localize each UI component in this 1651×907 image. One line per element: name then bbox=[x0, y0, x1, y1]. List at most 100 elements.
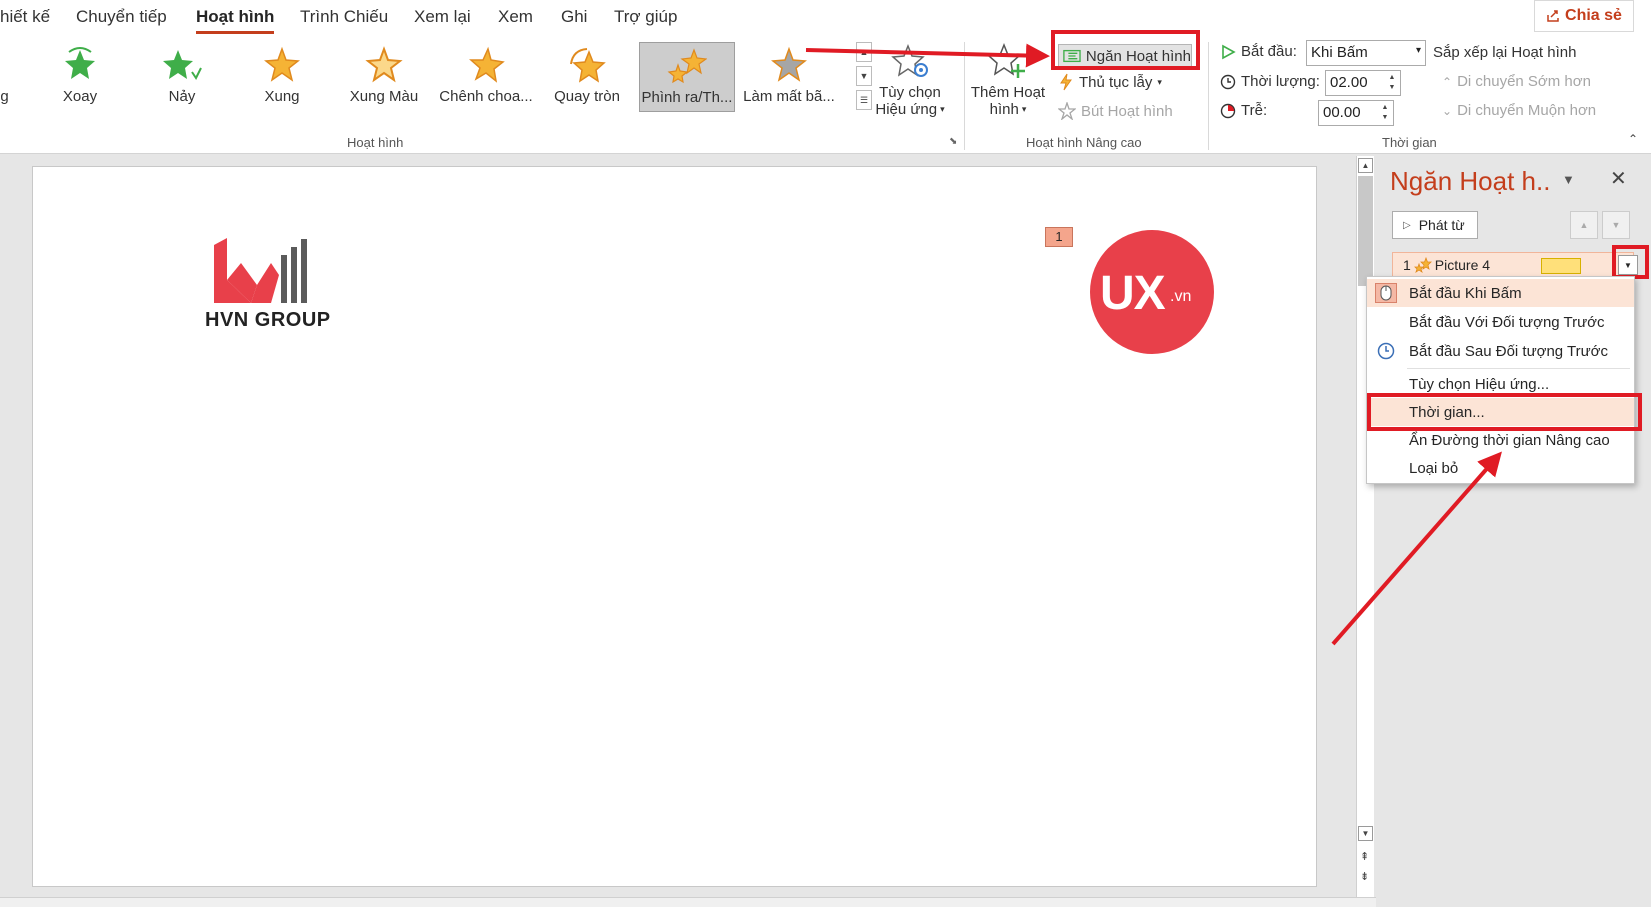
chevron-up-icon: ⌃ bbox=[1442, 74, 1453, 89]
play-icon bbox=[1222, 44, 1236, 59]
pulse-star-icon bbox=[264, 46, 300, 82]
clock-icon bbox=[1220, 74, 1236, 89]
pane-options-icon[interactable]: ▼ bbox=[1562, 172, 1575, 187]
ribbon: ng Xoay Nảy Xung Xung Màu Chênh choa... … bbox=[0, 30, 1651, 154]
grow-shrink-star-icon bbox=[1413, 257, 1432, 273]
chevron-down-icon: ▾ bbox=[940, 104, 945, 114]
share-icon bbox=[1547, 10, 1559, 22]
ux-logo-text: UX bbox=[1100, 267, 1166, 320]
tab-review[interactable]: Xem lại bbox=[414, 7, 471, 27]
trigger-button[interactable]: Thủ tục lẫy ▾ bbox=[1058, 73, 1162, 91]
tab-design[interactable]: hiết kế bbox=[0, 7, 50, 27]
move-later-button[interactable]: ⌄ Di chuyển Muộn hơn bbox=[1442, 102, 1596, 119]
share-label: Chia sẻ bbox=[1565, 7, 1622, 24]
dialog-launcher-icon[interactable]: ⬊ bbox=[949, 136, 957, 147]
animation-painter-button[interactable]: Bút Hoạt hình bbox=[1058, 102, 1173, 120]
play-icon: ▷ bbox=[1403, 219, 1411, 231]
color-pulse-star-icon bbox=[365, 46, 403, 83]
animation-order-tag[interactable]: 1 bbox=[1045, 227, 1073, 247]
collapse-ribbon-icon[interactable]: ⌃ bbox=[1628, 132, 1638, 146]
group-separator bbox=[1208, 42, 1209, 150]
effect-options-button[interactable]: Tùy chọn Hiệu ứng ▾ bbox=[874, 43, 946, 124]
gallery-item-desaturate[interactable]: Làm mất bã... bbox=[741, 42, 837, 112]
tab-slide-show[interactable]: Trình Chiếu bbox=[300, 7, 388, 27]
menu-item-remove[interactable]: Loại bỏ bbox=[1367, 454, 1634, 482]
scroll-down-button[interactable]: ▼ bbox=[1358, 826, 1373, 841]
duration-spinner[interactable]: ▲ ▼ bbox=[1386, 73, 1398, 93]
scroll-up-button[interactable]: ▲ bbox=[1358, 158, 1373, 173]
grow-shrink-star-icon bbox=[667, 48, 707, 84]
spin-star-icon bbox=[65, 47, 95, 79]
group-label-animation: Hoạt hình bbox=[347, 135, 404, 150]
gallery-item-teeter[interactable]: Chênh choa... bbox=[438, 42, 534, 112]
annotation-highlight-box bbox=[1612, 245, 1649, 279]
animation-pane-title: Ngăn Hoạt h.. bbox=[1390, 166, 1551, 196]
animation-pane: Ngăn Hoạt h.. ▼ ✕ ▷ Phát từ ▲ ▼ 1 Pictur… bbox=[1376, 156, 1651, 907]
desaturate-star-icon bbox=[771, 46, 807, 82]
bounce-star-icon bbox=[163, 50, 202, 80]
next-slide-icon[interactable]: ⇟ bbox=[1360, 870, 1369, 883]
teeter-star-icon bbox=[469, 46, 505, 83]
slide-canvas[interactable]: HVN GROUP 1 UX .vn bbox=[32, 166, 1317, 887]
ribbon-tab-bar: hiết kế Chuyển tiếp Hoạt hình Trình Chiế… bbox=[0, 0, 1651, 36]
tab-transitions[interactable]: Chuyển tiếp bbox=[76, 7, 167, 27]
close-icon[interactable]: ✕ bbox=[1610, 166, 1627, 191]
hvn-logo-mark bbox=[214, 238, 307, 303]
slide-vertical-scrollbar[interactable]: ▲ ▼ ⇞ ⇟ bbox=[1356, 156, 1374, 897]
gallery-item-partial[interactable]: ng bbox=[0, 42, 16, 112]
menu-item-start-after-previous[interactable]: Bắt đầu Sau Đối tượng Trước bbox=[1367, 337, 1634, 365]
gallery-scroll-up-button[interactable]: ▲ bbox=[856, 42, 872, 62]
group-separator bbox=[964, 42, 965, 150]
play-from-button[interactable]: ▷ Phát từ bbox=[1392, 211, 1478, 239]
delay-input[interactable]: 00.00 ▲ ▼ bbox=[1318, 100, 1394, 126]
add-animation-button[interactable]: Thêm Hoạt hình ▾ bbox=[970, 42, 1046, 126]
menu-item-start-on-click[interactable]: Bắt đầu Khi Bấm bbox=[1367, 279, 1634, 307]
duration-label: Thời lượng: bbox=[1220, 73, 1320, 90]
gallery-item-spin[interactable]: Xoay bbox=[32, 42, 128, 112]
gallery-item-bounce[interactable]: Nảy bbox=[134, 42, 230, 112]
bottom-strip bbox=[0, 897, 1376, 907]
gallery-scroll-down-button[interactable]: ▼ bbox=[856, 66, 872, 86]
gallery-item-pulse[interactable]: Xung bbox=[234, 42, 330, 112]
animation-list-item[interactable]: 1 Picture 4 ▼ bbox=[1392, 252, 1638, 278]
annotation-highlight-box bbox=[1051, 30, 1200, 70]
delay-spinner[interactable]: ▲ ▼ bbox=[1379, 103, 1391, 123]
group-label-timing: Thời gian bbox=[1382, 135, 1437, 150]
chevron-down-icon: ⌄ bbox=[1442, 103, 1453, 118]
scroll-thumb[interactable] bbox=[1358, 176, 1373, 286]
move-down-button[interactable]: ▼ bbox=[1602, 211, 1630, 239]
hvn-group-text: HVN GROUP bbox=[205, 309, 331, 331]
chevron-down-icon: ▾ bbox=[1415, 45, 1421, 56]
tab-view[interactable]: Xem bbox=[498, 7, 533, 27]
timing-bar[interactable] bbox=[1541, 258, 1581, 274]
chevron-down-icon: ▾ bbox=[1021, 104, 1027, 114]
animation-context-menu: Bắt đầu Khi Bấm Bắt đầu Với Đối tượng Tr… bbox=[1366, 276, 1635, 484]
effect-options-icon bbox=[891, 43, 928, 77]
start-select[interactable]: Khi Bấm ▾ bbox=[1306, 40, 1426, 66]
tab-record[interactable]: Ghi bbox=[561, 7, 587, 27]
menu-separator bbox=[1407, 368, 1630, 369]
ux-vn-logo[interactable]: UX .vn bbox=[1090, 230, 1214, 354]
delay-label: Trễ: bbox=[1220, 102, 1267, 119]
gallery-item-grow-shrink[interactable]: Phình ra/Th... bbox=[639, 42, 735, 112]
annotation-highlight-box bbox=[1367, 393, 1642, 431]
hvn-group-logo[interactable]: HVN GROUP bbox=[179, 235, 339, 331]
tab-help[interactable]: Trợ giúp bbox=[614, 7, 677, 27]
gallery-item-spin-round[interactable]: Quay tròn bbox=[539, 42, 635, 112]
start-label: Bắt đầu: bbox=[1220, 43, 1297, 60]
move-up-button[interactable]: ▲ bbox=[1570, 211, 1598, 239]
group-label-advanced-animation: Hoạt hình Nâng cao bbox=[1026, 135, 1142, 150]
clock-icon bbox=[1375, 341, 1397, 361]
duration-input[interactable]: 02.00 ▲ ▼ bbox=[1325, 70, 1401, 96]
gallery-item-color-pulse[interactable]: Xung Màu bbox=[336, 42, 432, 112]
chevron-down-icon: ▾ bbox=[1157, 76, 1162, 87]
menu-item-start-with-previous[interactable]: Bắt đầu Với Đối tượng Trước bbox=[1367, 308, 1634, 336]
previous-slide-icon[interactable]: ⇞ bbox=[1360, 850, 1369, 863]
mouse-icon bbox=[1375, 283, 1397, 303]
tab-animations[interactable]: Hoạt hình bbox=[196, 7, 275, 34]
gallery-more-button[interactable]: ☰ bbox=[856, 90, 872, 110]
share-button[interactable]: Chia sẻ bbox=[1534, 0, 1634, 32]
spin-round-star-icon bbox=[570, 48, 606, 83]
move-earlier-button[interactable]: ⌃ Di chuyển Sớm hơn bbox=[1442, 73, 1591, 90]
delay-clock-icon bbox=[1220, 103, 1236, 118]
